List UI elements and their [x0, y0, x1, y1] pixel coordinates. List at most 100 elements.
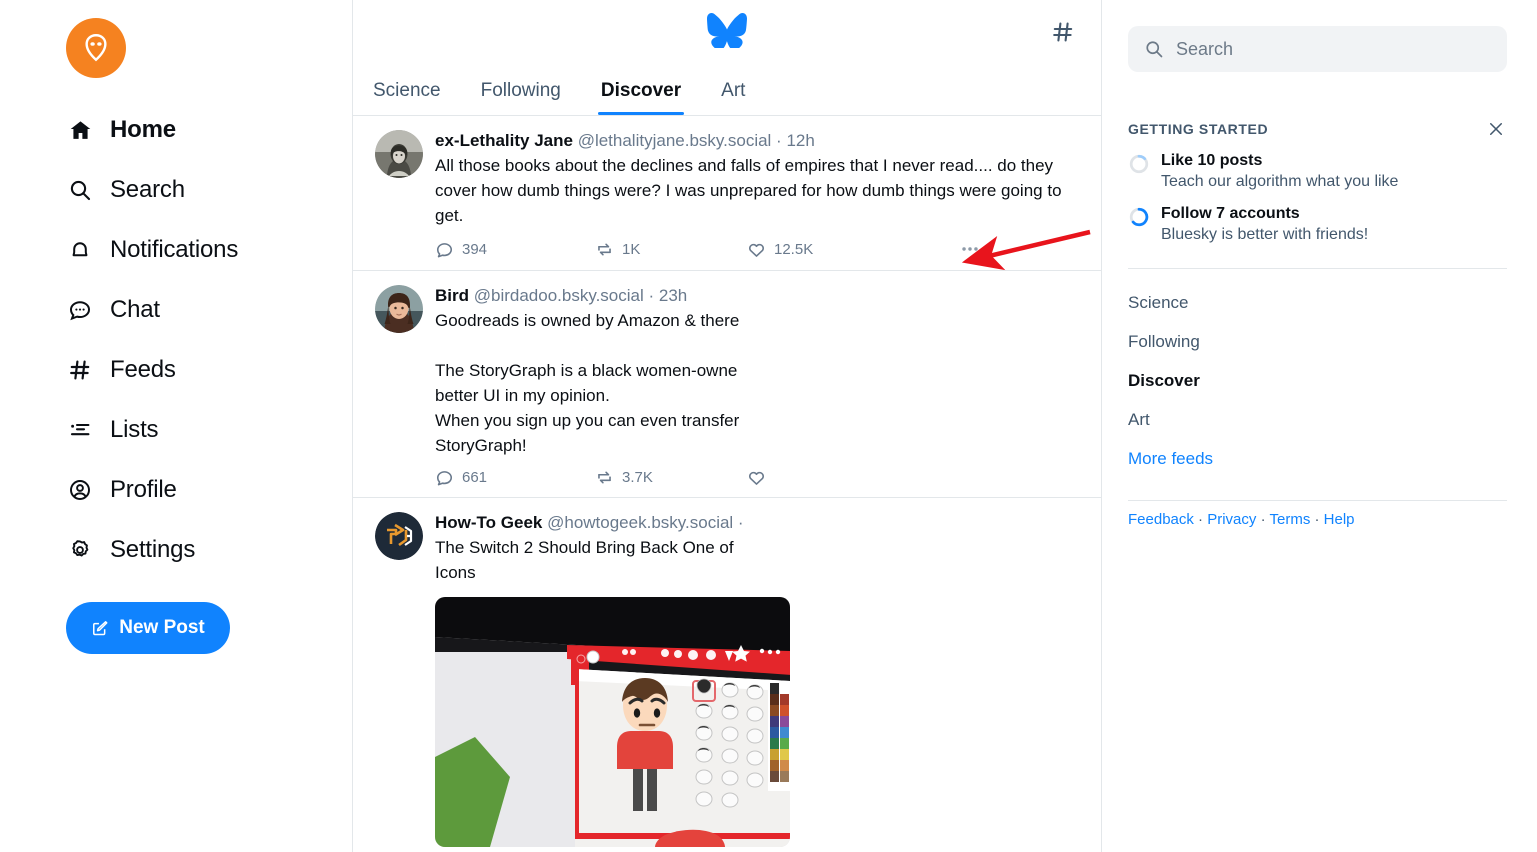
reply-count: 661: [462, 469, 488, 486]
sidebar-label-notifications: Notifications: [110, 236, 239, 263]
tab-label: Discover: [600, 80, 682, 101]
post-separator: ·: [771, 131, 787, 150]
getting-started-item-follow-accounts[interactable]: Follow 7 accounts Bluesky is better with…: [1128, 203, 1507, 246]
post-body: ex-Lethality Jane @lethalityjane.bsky.so…: [435, 130, 1083, 260]
post-separator: ·: [733, 513, 744, 532]
tab-following[interactable]: Following: [461, 80, 581, 115]
list-icon: [66, 416, 94, 444]
sidebar-label-feeds: Feeds: [110, 356, 176, 383]
progress-ring-icon: [1128, 153, 1150, 180]
repost-count: 3.7K: [622, 469, 653, 486]
getting-started-title: GETTING STARTED: [1128, 121, 1269, 137]
like-button[interactable]: 12.5K: [747, 240, 907, 259]
feed-link-discover[interactable]: Discover: [1128, 361, 1507, 400]
like-button[interactable]: [747, 468, 907, 487]
feed-link-science[interactable]: Science: [1128, 283, 1507, 322]
bell-icon: [66, 236, 94, 264]
divider: [1128, 268, 1507, 269]
avatar[interactable]: [375, 285, 423, 333]
sidebar-item-chat[interactable]: Chat: [66, 280, 352, 340]
post-header: How-To Geek @howtogeek.bsky.social ·: [435, 512, 1083, 534]
post-header: ex-Lethality Jane @lethalityjane.bsky.so…: [435, 130, 1083, 152]
repost-count: 1K: [622, 240, 641, 258]
sidebar-label-lists: Lists: [110, 416, 159, 443]
progress-ring-icon: [1128, 206, 1150, 233]
post-text: The Switch 2 Should Bring Back One of Ic…: [435, 538, 734, 582]
new-post-button[interactable]: New Post: [66, 602, 230, 654]
getting-started-item-title: Follow 7 accounts: [1161, 205, 1300, 222]
sidebar-item-search[interactable]: Search: [66, 160, 352, 220]
post-header: Bird @birdadoo.bsky.social · 23h: [435, 285, 1083, 307]
search-input[interactable]: Search: [1128, 26, 1507, 72]
divider: [1128, 500, 1507, 501]
post-body: Bird @birdadoo.bsky.social · 23h Goodrea…: [435, 285, 1083, 487]
post-author-handle[interactable]: @birdadoo.bsky.social: [474, 286, 644, 305]
tab-science[interactable]: Science: [353, 80, 461, 115]
search-icon: [1144, 39, 1164, 59]
reply-button[interactable]: 661: [435, 468, 595, 487]
search-icon: [66, 176, 94, 204]
post-text: All those books about the declines and f…: [435, 156, 1067, 225]
feed-link-more-feeds[interactable]: More feeds: [1128, 439, 1507, 478]
sidebar-item-settings[interactable]: Settings: [66, 520, 352, 580]
bluesky-app: Home Search Notifications Chat Feeds Lis…: [0, 0, 1537, 852]
post-separator: ·: [643, 286, 659, 305]
right-sidebar: Search GETTING STARTED Like 10 posts Tea…: [1102, 0, 1537, 852]
tab-discover[interactable]: Discover: [581, 80, 701, 115]
post-item[interactable]: Bird @birdadoo.bsky.social · 23h Goodrea…: [353, 271, 1101, 498]
feed-tabs: Science Following Discover Art: [353, 80, 765, 115]
sidebar-label-profile: Profile: [110, 476, 177, 503]
post-item[interactable]: ex-Lethality Jane @lethalityjane.bsky.so…: [353, 116, 1101, 271]
footer-sep: ·: [1260, 511, 1266, 528]
getting-started-item-title: Like 10 posts: [1161, 152, 1263, 169]
avatar[interactable]: [375, 130, 423, 178]
repost-button[interactable]: 1K: [595, 240, 747, 259]
footer-link-feedback[interactable]: Feedback: [1128, 511, 1194, 528]
close-icon[interactable]: [1485, 118, 1507, 140]
nav-list: Home Search Notifications Chat Feeds Lis…: [0, 100, 352, 580]
sidebar-item-profile[interactable]: Profile: [66, 460, 352, 520]
getting-started-item-subtitle: Bluesky is better with friends!: [1161, 226, 1369, 243]
reply-count: 394: [462, 240, 488, 258]
sidebar-item-notifications[interactable]: Notifications: [66, 220, 352, 280]
tab-art[interactable]: Art: [701, 80, 765, 115]
sidebar-item-feeds[interactable]: Feeds: [66, 340, 352, 400]
post-author-handle[interactable]: @lethalityjane.bsky.social: [578, 131, 772, 150]
avatar[interactable]: [375, 512, 423, 560]
tab-label: Science: [373, 80, 441, 101]
feed-link-following[interactable]: Following: [1128, 322, 1507, 361]
feed-header: Science Following Discover Art: [353, 0, 1101, 116]
feed-link-art[interactable]: Art: [1128, 400, 1507, 439]
repost-button[interactable]: 3.7K: [595, 468, 747, 487]
tab-label: Art: [721, 80, 746, 101]
post-author-name[interactable]: ex-Lethality Jane: [435, 131, 573, 150]
getting-started-item-like-posts[interactable]: Like 10 posts Teach our algorithm what y…: [1128, 150, 1507, 193]
sidebar-label-chat: Chat: [110, 296, 160, 323]
footer-link-terms[interactable]: Terms: [1269, 511, 1310, 528]
bluesky-butterfly-logo: [707, 12, 747, 53]
footer-link-help[interactable]: Help: [1324, 511, 1355, 528]
post-author-name[interactable]: How-To Geek: [435, 513, 542, 532]
post-item[interactable]: How-To Geek @howtogeek.bsky.social · The…: [353, 498, 1101, 852]
post-actions: 394 1K 12.5K: [435, 238, 1083, 260]
reply-button[interactable]: 394: [435, 240, 595, 259]
sidebar-label-home: Home: [110, 116, 176, 143]
feed-column: Science Following Discover Art ex-Lethal…: [352, 0, 1102, 852]
post-author-handle[interactable]: @howtogeek.bsky.social: [547, 513, 733, 532]
post-author-name[interactable]: Bird: [435, 286, 469, 305]
sidebar-item-home[interactable]: Home: [66, 100, 352, 160]
post-timestamp: 12h: [786, 131, 815, 150]
ellipsis-icon-post-1[interactable]: [959, 238, 981, 260]
sidebar-label-settings: Settings: [110, 536, 196, 563]
gear-icon: [66, 536, 94, 564]
feeds-hash-icon[interactable]: [1045, 14, 1081, 50]
sidebar-item-lists[interactable]: Lists: [66, 400, 352, 460]
footer-link-privacy[interactable]: Privacy: [1207, 511, 1256, 528]
left-sidebar: Home Search Notifications Chat Feeds Lis…: [0, 0, 352, 852]
alien-avatar-icon[interactable]: [66, 18, 126, 78]
compose-icon: [91, 619, 109, 637]
post-image[interactable]: [435, 597, 790, 847]
tab-label: Following: [480, 80, 561, 101]
footer-links: Feedback · Privacy · Terms · Help: [1128, 511, 1507, 528]
footer-sep: ·: [1314, 511, 1320, 528]
